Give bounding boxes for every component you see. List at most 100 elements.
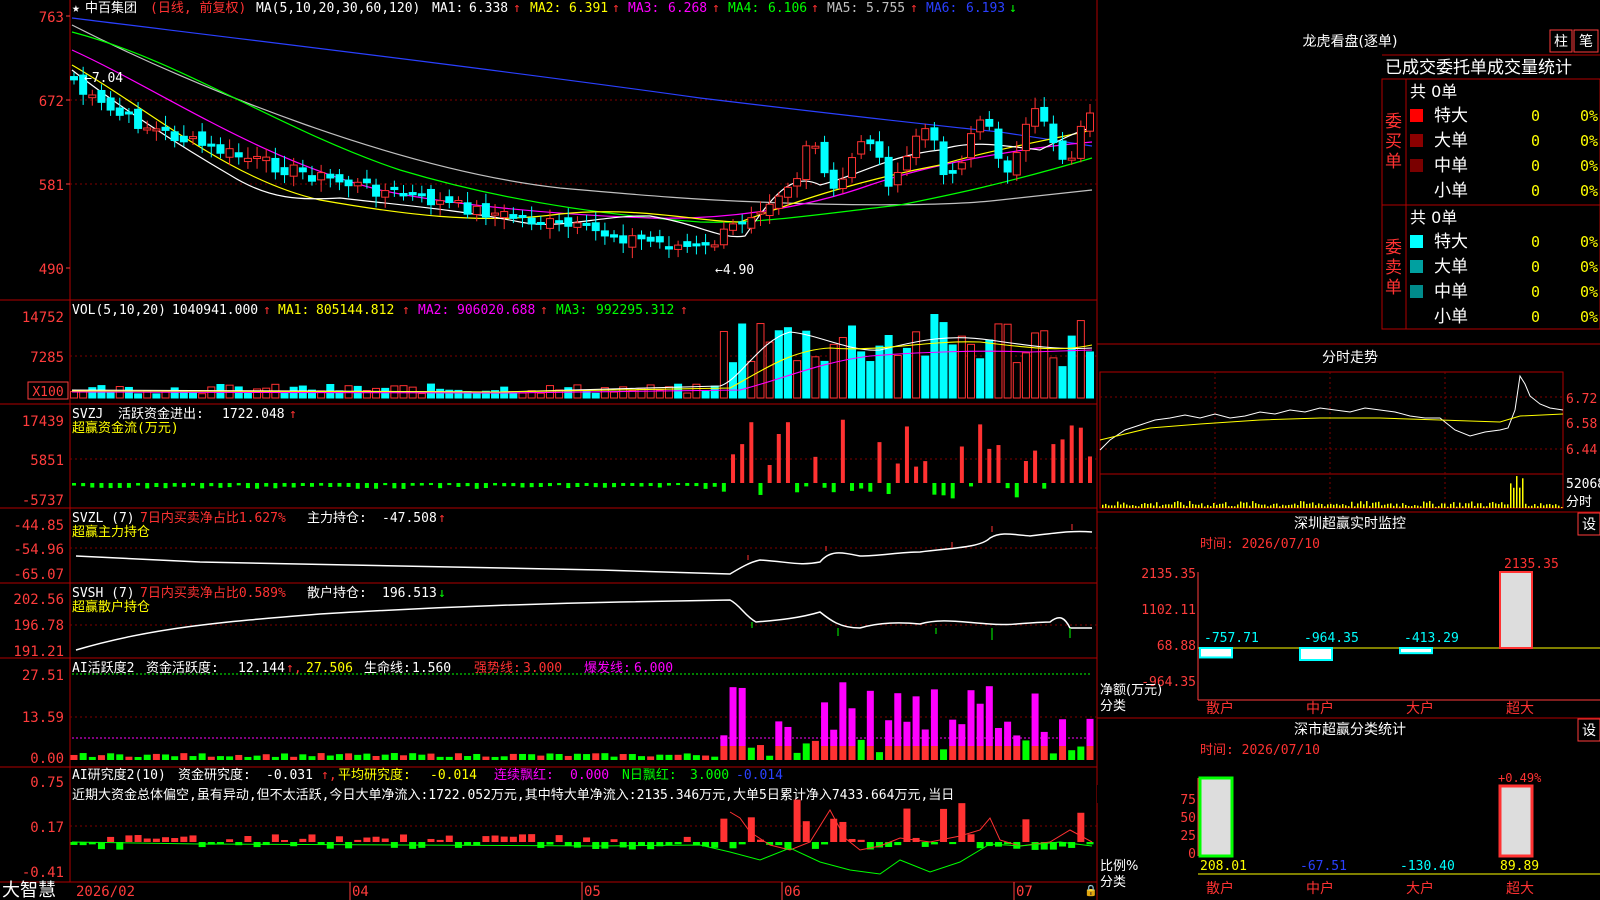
ts-vol-bar	[1492, 501, 1494, 508]
svsh-arrow: ↓	[438, 586, 446, 601]
ts-vol-bar	[1474, 505, 1476, 508]
candle-body	[481, 203, 490, 218]
szc-tick: 50	[1180, 811, 1196, 826]
svzj-bar	[639, 483, 644, 487]
svzj-bar	[1051, 444, 1056, 483]
ai-small-bar	[857, 739, 865, 760]
svsh-header: SVSH (7)	[72, 586, 135, 601]
ts-vol-bar	[1231, 506, 1233, 508]
research-bar	[509, 836, 517, 842]
ts-vol-bar	[1558, 505, 1560, 508]
lhb-stat-title: 已成交委托单成交量统计	[1385, 58, 1572, 78]
lock-icon[interactable]: 🔒	[1084, 884, 1098, 897]
candle-body	[500, 211, 509, 219]
research-bar	[857, 839, 865, 842]
stock-name[interactable]: 中百集团	[85, 0, 137, 16]
ai-small-bar	[491, 756, 499, 760]
candle-body	[1003, 160, 1012, 173]
candle-body	[70, 76, 78, 81]
ai-small-bar	[235, 754, 243, 760]
svzj-bar	[245, 483, 250, 489]
ai-red-bar	[720, 746, 728, 760]
research-green-line	[71, 841, 1093, 875]
ts-vol-bar	[1453, 502, 1455, 508]
research-bar	[152, 838, 160, 842]
ai-research-tick: 0.17	[30, 820, 64, 836]
candle-body	[271, 157, 280, 173]
ai-small-bar	[555, 754, 563, 760]
szm-category: 中户	[1306, 700, 1334, 717]
ts-vol-bar	[1534, 504, 1536, 508]
left-chart-area: ★ 中百集团 (日线, 前复权) MA(5,10,20,30,60,120) M…	[0, 0, 1100, 900]
ts-vol-bar	[1351, 501, 1353, 508]
volume-bar	[417, 393, 426, 399]
ai-small-bar	[418, 754, 426, 760]
research-bar	[162, 837, 170, 842]
research-bar	[546, 842, 554, 845]
ai-small-bar	[409, 753, 417, 760]
svzj-bar	[126, 483, 131, 488]
ts-vol-bar	[1348, 506, 1350, 508]
volume-bar	[1012, 362, 1021, 399]
ai-red-bar	[821, 746, 829, 760]
candle-body	[664, 246, 673, 250]
szm-bar	[1399, 647, 1433, 655]
timeshare-box	[1099, 371, 1564, 509]
svzj-bar	[1060, 439, 1065, 483]
ts-vol-bar	[1183, 504, 1185, 508]
ai-red-bar	[775, 746, 783, 760]
volume-bar	[884, 334, 893, 399]
svzj-bar	[337, 483, 342, 487]
sell-row-label: 小单	[1434, 307, 1468, 327]
research-bar	[583, 837, 591, 842]
research-bar	[427, 838, 435, 842]
sz-class-date: 时间: 2026/07/10	[1200, 743, 1320, 758]
candle-body	[390, 186, 399, 191]
ts-vol-bar	[1207, 504, 1209, 508]
price-tick: 763	[39, 10, 64, 26]
candle-body	[417, 193, 426, 197]
research-bar	[134, 835, 142, 842]
svsh-value: 196.513	[382, 586, 437, 601]
szc-category: 大户	[1406, 880, 1434, 897]
ts-vol-bar	[1414, 505, 1416, 508]
ai-magenta-bar	[958, 724, 966, 746]
research-bar	[299, 838, 307, 842]
svzj-bar	[401, 483, 406, 489]
ts-vol-bar	[1522, 478, 1524, 508]
ts-vol-bar	[1195, 504, 1197, 508]
volume-bar	[134, 393, 143, 399]
research-bar	[921, 842, 929, 847]
svzj-bar	[236, 483, 241, 486]
candle-body	[893, 171, 902, 186]
research-bar	[976, 842, 984, 849]
candle-body	[198, 131, 207, 146]
ts-vol-bar	[1378, 501, 1380, 508]
ai-small-bar	[665, 754, 673, 760]
research-bar	[821, 842, 829, 845]
ma4-label: MA4:	[728, 1, 759, 16]
volume-bar	[1067, 335, 1076, 399]
candle-body	[811, 145, 820, 149]
ai-small-bar	[619, 754, 627, 760]
right-panel: 龙虎看盘(逐单) 柱 笔 已成交委托单成交量统计 共 0单特大 0 0%大单 0 0%中…	[1097, 29, 1600, 897]
vol-ma1-value: 805144.812	[316, 303, 394, 318]
volume-bar	[188, 392, 197, 399]
szm-category: 超大	[1506, 701, 1534, 717]
ts-vol-bar	[1213, 502, 1215, 508]
svsh-subtitle: 超赢散户持仓	[72, 599, 150, 615]
volume-ma-lines	[71, 331, 1093, 394]
ts-vol-bar	[1294, 503, 1296, 508]
svzj-bar	[895, 463, 900, 483]
svsh-ratio: 7日内买卖净占比0.589%	[140, 585, 286, 601]
svzj-bar	[813, 456, 818, 483]
volume-bar	[948, 344, 957, 399]
sell-row-pct: 0%	[1580, 308, 1598, 326]
research-bar	[235, 842, 243, 846]
ai-small-bar	[281, 753, 289, 760]
research-bar	[665, 842, 673, 846]
svzj-bar	[117, 483, 122, 488]
ai-small-bar	[628, 754, 636, 760]
svzj-value: 1722.048	[222, 407, 285, 422]
ts-vol-bar	[1552, 505, 1554, 508]
